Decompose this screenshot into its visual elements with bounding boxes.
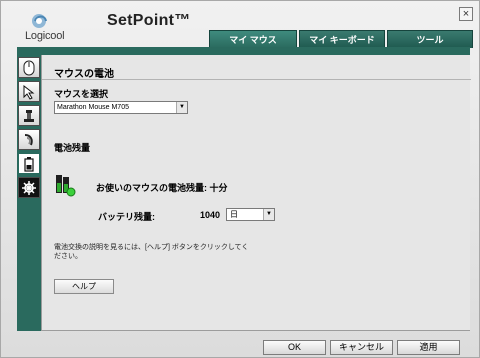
chevron-down-icon[interactable]: ▼ — [176, 102, 187, 113]
section-title: 電池残量 — [54, 143, 91, 153]
unit-select-value: 日 — [230, 210, 238, 219]
app-title: SetPoint™ — [107, 12, 191, 29]
ok-button[interactable]: OK — [263, 340, 326, 355]
page-title: マウスの電池 — [54, 69, 114, 80]
pointer-icon[interactable] — [18, 81, 40, 102]
title-divider — [42, 79, 471, 80]
chevron-down-icon[interactable]: ▼ — [263, 209, 274, 220]
apply-button[interactable]: 適用 — [397, 340, 460, 355]
settings-icon[interactable] — [18, 177, 40, 198]
battery-icon[interactable] — [18, 153, 40, 174]
battery-remaining-text: お使いのマウスの電池残量: 十分 — [96, 183, 228, 193]
close-icon: × — [462, 7, 470, 20]
battery-life-label: バッテリ残量: — [98, 212, 155, 222]
tab-my-keyboard[interactable]: マイ キーボード — [299, 30, 385, 48]
motion-icon[interactable] — [18, 129, 40, 150]
unit-select[interactable]: 日 ▼ — [226, 208, 275, 221]
logo-text: Logicool — [25, 30, 65, 42]
setpoint-window: Logicool SetPoint™ × マイ マウス マイ キーボード ツール — [0, 0, 480, 358]
mouse-select-label: マウスを選択 — [54, 89, 109, 99]
sidebar — [17, 55, 41, 331]
content-panel: マウスの電池 マウスを選択 Marathon Mouse M705 ▼ 電池残量… — [41, 55, 471, 331]
battery-level-icon — [56, 175, 76, 197]
tab-underline — [17, 47, 470, 55]
close-button[interactable]: × — [459, 7, 473, 21]
top-tabs: マイ マウス マイ キーボード ツール — [209, 30, 475, 48]
mouse-select-value: Marathon Mouse M705 — [57, 104, 129, 111]
mouse-icon[interactable] — [18, 57, 40, 78]
cancel-button[interactable]: キャンセル — [330, 340, 393, 355]
tab-my-mouse[interactable]: マイ マウス — [209, 30, 297, 48]
mouse-select[interactable]: Marathon Mouse M705 ▼ — [54, 101, 188, 114]
battery-life-value: 1040 — [200, 210, 221, 220]
help-button[interactable]: ヘルプ — [54, 279, 114, 294]
help-note: 電池交換の説明を見るには、[ヘルプ] ボタンをクリックしてください。 — [54, 244, 249, 260]
tab-tools[interactable]: ツール — [387, 30, 473, 48]
game-icon[interactable] — [18, 105, 40, 126]
